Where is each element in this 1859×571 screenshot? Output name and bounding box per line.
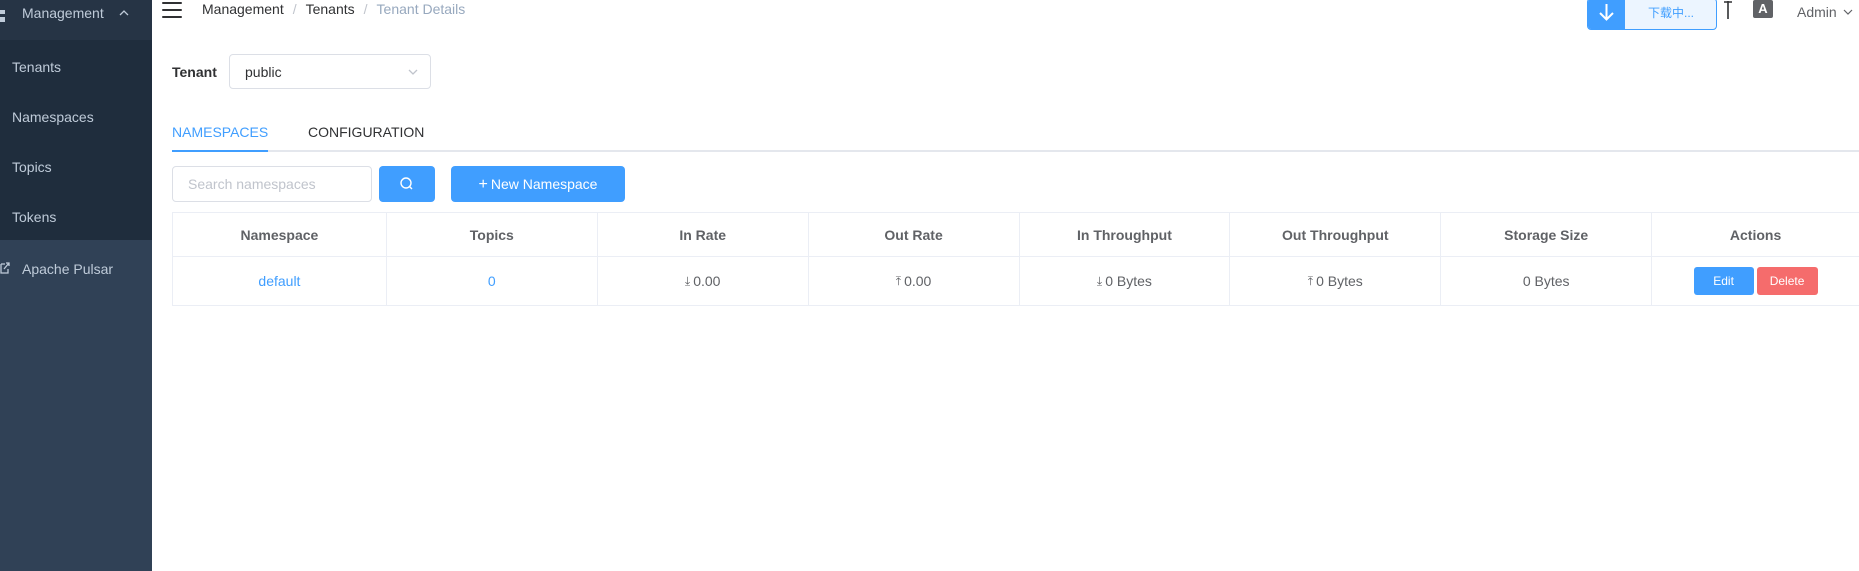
upload-arrow-icon: ⤒: [895, 273, 902, 288]
namespace-link[interactable]: default: [258, 273, 300, 289]
user-menu[interactable]: Admin: [1797, 4, 1853, 20]
namespaces-table: Namespace Topics In Rate Out Rate In Thr…: [172, 212, 1859, 306]
actions-cell: Edit Delete: [1652, 257, 1859, 306]
delete-button[interactable]: Delete: [1756, 267, 1818, 295]
management-icon: [0, 10, 5, 22]
sidebar-item-tenants[interactable]: Tenants: [0, 42, 152, 92]
chevron-up-icon: [119, 10, 129, 16]
column-header-in-rate: In Rate: [597, 213, 809, 257]
new-namespace-label: New Namespace: [490, 176, 598, 192]
tab-configuration[interactable]: CONFIGURATION: [308, 124, 424, 140]
tenant-label: Tenant: [172, 64, 217, 80]
download-button[interactable]: [1588, 0, 1625, 29]
sidebar-item-apache-pulsar[interactable]: Apache Pulsar: [0, 244, 152, 294]
sidebar-item-label: Tokens: [12, 209, 57, 225]
tenant-select-value: public: [245, 64, 282, 80]
storage-size-value: 0 Bytes: [1522, 273, 1570, 289]
topics-count-link[interactable]: 0: [488, 273, 496, 289]
external-link-icon: [0, 262, 10, 274]
search-input[interactable]: [172, 166, 372, 202]
sidebar-menu-management[interactable]: Management: [0, 0, 152, 40]
column-header-out-rate: Out Rate: [808, 213, 1020, 257]
breadcrumb-tenants[interactable]: Tenants: [306, 1, 355, 17]
tenant-select[interactable]: public: [229, 54, 431, 89]
download-arrow-icon: ⤓: [1096, 273, 1103, 288]
out-throughput-value: 0 Bytes: [1316, 273, 1363, 289]
edit-button[interactable]: Edit: [1693, 267, 1754, 295]
column-header-storage-size: Storage Size: [1441, 213, 1653, 257]
column-header-out-throughput: Out Throughput: [1230, 213, 1442, 257]
table-row: default 0 ⤓ 0.00 ⤒ 0.00 ⤓ 0 Bytes ⤒ 0 Bytes …: [173, 257, 1859, 306]
download-status-text: 下载中...: [1648, 6, 1695, 20]
download-progress-widget[interactable]: 下载中...: [1587, 0, 1717, 30]
search-icon: [400, 177, 413, 190]
breadcrumb-management[interactable]: Management: [202, 1, 284, 17]
language-icon[interactable]: A: [1753, 0, 1773, 18]
tabs: NAMESPACES CONFIGURATION: [172, 115, 1859, 152]
plus-icon: +: [478, 176, 488, 193]
sidebar-item-label: Tenants: [12, 59, 62, 75]
download-arrow-icon: ⤓: [684, 273, 691, 288]
sidebar: Management Tenants Namespaces Topics Tok…: [0, 0, 152, 571]
table-header-row: Namespace Topics In Rate Out Rate In Thr…: [173, 213, 1859, 257]
upload-arrow-icon: ⤒: [1307, 273, 1314, 288]
sidebar-item-namespaces[interactable]: Namespaces: [0, 92, 152, 142]
sidebar-menu-label: Management: [22, 5, 104, 21]
column-header-actions: Actions: [1652, 213, 1859, 257]
sidebar-item-label: Apache Pulsar: [22, 261, 114, 277]
column-header-namespace: Namespace: [173, 213, 387, 257]
hamburger-menu-icon[interactable]: [162, 2, 182, 18]
column-header-in-throughput: In Throughput: [1019, 213, 1231, 257]
in-rate-value: 0.00: [693, 273, 721, 289]
tab-namespaces[interactable]: NAMESPACES: [172, 124, 268, 140]
sidebar-item-label: Topics: [12, 159, 52, 175]
out-rate-value: 0.00: [904, 273, 932, 289]
sidebar-item-topics[interactable]: Topics: [0, 142, 152, 192]
search-button[interactable]: [379, 166, 435, 202]
chevron-down-icon: [408, 69, 418, 75]
new-namespace-button[interactable]: + New Namespace: [451, 166, 625, 202]
sidebar-item-tokens[interactable]: Tokens: [0, 192, 152, 242]
user-name: Admin: [1797, 4, 1837, 20]
column-header-topics: Topics: [386, 213, 598, 257]
breadcrumb-current: Tenant Details: [376, 1, 466, 17]
in-throughput-value: 0 Bytes: [1105, 273, 1152, 289]
sidebar-item-label: Namespaces: [12, 109, 94, 125]
size-icon[interactable]: [1721, 0, 1735, 20]
arrow-down-icon: [1599, 4, 1614, 21]
active-tab-indicator: [172, 150, 268, 152]
sidebar-submenu: Tenants Namespaces Topics Tokens: [0, 40, 152, 240]
chevron-down-icon: [1843, 9, 1853, 15]
breadcrumb: Management / Tenants / Tenant Details: [202, 1, 466, 17]
